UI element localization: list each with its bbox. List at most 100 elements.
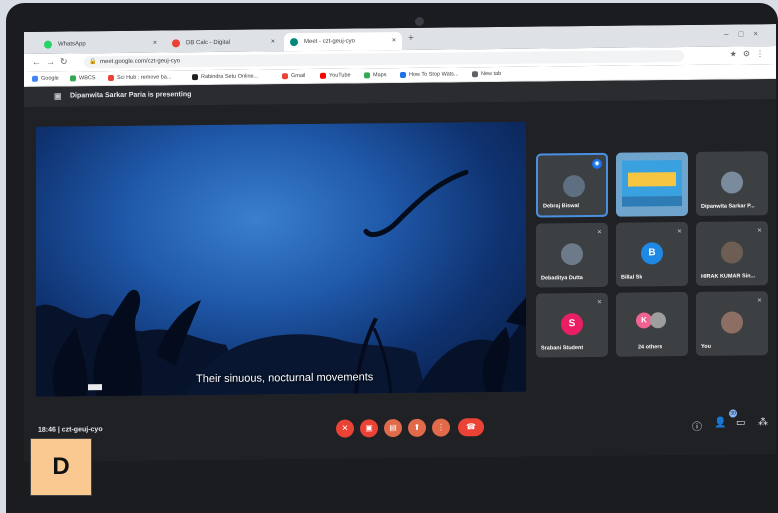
chat-icon[interactable]: ▭ [736, 417, 745, 428]
participant-tile[interactable]: B ✕ Billal Sk [616, 221, 688, 287]
window-controls[interactable]: –□× [724, 29, 768, 38]
tab-whatsapp[interactable]: WhatsApp × [38, 34, 163, 53]
speaking-indicator-icon: ◉ [592, 158, 602, 169]
mic-off-icon: ✕ [676, 229, 682, 236]
close-icon[interactable]: × [271, 33, 275, 51]
participant-name: Debraj Biswal [543, 203, 580, 210]
meeting-info: 18:46 | czt-geuj-cyo [38, 426, 103, 434]
camera-toggle-button[interactable]: ▣ [360, 419, 378, 438]
panel-label: D [30, 438, 92, 496]
laptop-screen: WhatsApp × DB Calc - Digital × Meet - cz… [24, 24, 776, 462]
lock-icon: 🔒 [89, 59, 97, 66]
avatar [721, 171, 743, 194]
mic-off-icon: ✕ [596, 229, 602, 236]
new-tab-icon[interactable]: + [408, 33, 414, 44]
avatar [721, 311, 743, 334]
bookmark-item[interactable]: Maps [364, 70, 386, 80]
underwater-scene [36, 169, 526, 397]
avatar: S [561, 313, 583, 336]
avatar [650, 312, 666, 329]
avatar: B [641, 242, 663, 265]
participant-name: Srabani Student [541, 345, 584, 352]
participant-name: Dipanwita Sarkar P... [701, 203, 755, 210]
bookmark-label: WBCS [79, 75, 96, 82]
gmail-icon [282, 73, 288, 80]
whatsapp-icon [44, 40, 52, 49]
people-count-badge: 30 [729, 409, 737, 418]
bookmark-item[interactable]: New tab [472, 69, 501, 79]
participant-tile[interactable]: ✕ HIRAK KUMAR Sin... [696, 221, 768, 286]
bookmark-label: Sci Hub : remove ba... [117, 74, 172, 81]
present-button[interactable]: ⬆ [408, 418, 426, 437]
avatar [561, 243, 583, 266]
tab-db-calc[interactable]: DB Calc - Digital × [166, 33, 281, 52]
bookmark-item[interactable]: Google [32, 74, 59, 84]
mic-toggle-button[interactable]: ✕ [336, 419, 354, 438]
participant-tile[interactable]: ◉ Debraj Biswal [536, 152, 608, 218]
bookmark-label: Rabindra Setu Online... [201, 73, 259, 81]
participant-tile[interactable]: ✕ Debaditya Dutta [536, 222, 608, 288]
captions-button[interactable]: ▤ [384, 418, 402, 438]
close-icon[interactable]: × [153, 35, 157, 53]
bookmark-item[interactable]: Sci Hub : remove ba... [108, 72, 171, 83]
bookmark-label: New tab [481, 70, 502, 78]
close-icon[interactable]: × [392, 32, 396, 50]
more-options-button[interactable]: ⋮ [432, 418, 450, 437]
mic-off-icon: ✕ [596, 299, 602, 306]
site-icon [172, 39, 180, 48]
people-icon[interactable]: 👤 [714, 418, 726, 429]
bookmark-item[interactable]: Gmail [282, 71, 305, 81]
participant-name: Billal Sk [621, 274, 643, 281]
present-screen-icon: ▣ [54, 91, 62, 101]
end-call-button[interactable]: ☎ [458, 418, 484, 437]
bookmark-label: Maps [373, 72, 387, 79]
bookmark-label: Google [41, 75, 59, 82]
tab-label: DB Calc - Digital [186, 39, 231, 47]
shared-content-thumbnail [622, 160, 682, 207]
participant-name: Debaditya Dutta [541, 275, 583, 282]
bookmark-icon [108, 74, 114, 82]
participant-name: You [701, 343, 711, 350]
laptop-frame: WhatsApp × DB Calc - Digital × Meet - cz… [6, 3, 778, 513]
meet-window: ▣ Dipanwita Sarkar Paria is presenting T… [24, 79, 776, 462]
tab-label: WhatsApp [58, 41, 86, 48]
participant-tile[interactable]: S ✕ Srabani Student [536, 292, 608, 358]
youtube-icon [320, 72, 326, 79]
participant-tile[interactable]: K 24 others [616, 291, 688, 357]
meet-icon [290, 38, 298, 47]
address-text: meet.google.com/czt-geuj-cyo [100, 58, 181, 66]
participant-tile[interactable]: ✕ You [696, 291, 768, 356]
bookmark-item[interactable]: How To Stop Wats... [400, 69, 459, 80]
bookmark-item[interactable]: YouTube [320, 71, 351, 81]
extensions-icons[interactable]: ★⚙⋮ [730, 49, 770, 58]
activities-icon[interactable]: ⁂ [758, 417, 768, 428]
bookmark-label: Gmail [291, 72, 306, 80]
info-icon[interactable]: ⓘ [692, 418, 702, 433]
mic-off-icon: ✕ [756, 228, 762, 235]
presenting-text: Dipanwita Sarkar Paria is presenting [70, 91, 192, 100]
avatar [563, 175, 585, 198]
bookmark-icon [400, 71, 406, 78]
mic-off-icon: ✕ [756, 298, 762, 305]
meet-control-bar: 18:46 | czt-geuj-cyo ✕ ▣ ▤ ⬆ ⋮ ☎ ⓘ 👤 30 … [24, 409, 776, 447]
reload-icon[interactable]: ↻ [60, 56, 68, 67]
live-caption: Their sinuous, nocturnal movements [196, 371, 374, 386]
tab-meet[interactable]: Meet - czt-geuj-cyo × [284, 31, 402, 52]
maps-icon [364, 72, 370, 79]
bookmark-icon [32, 75, 38, 82]
caption-speaker-tag [88, 384, 102, 391]
avatar [721, 241, 743, 264]
bookmark-item[interactable]: Rabindra Setu Online... [192, 71, 258, 82]
bookmark-icon [472, 71, 478, 78]
participant-tile[interactable]: Dipanwita Sarkar P... [696, 151, 768, 216]
back-icon[interactable]: ← [32, 57, 41, 67]
shared-screen: Their sinuous, nocturnal movements [36, 121, 526, 397]
bookmark-label: How To Stop Wats... [409, 71, 459, 78]
bookmark-item[interactable]: WBCS [70, 73, 96, 83]
forward-icon[interactable]: → [46, 57, 55, 67]
bookmark-icon [192, 74, 198, 81]
bookmark-label: YouTube [329, 72, 351, 79]
tab-label: Meet - czt-geuj-cyo [304, 38, 356, 46]
participant-name: HIRAK KUMAR Sin... [701, 273, 756, 280]
participant-tile[interactable] [616, 151, 688, 217]
